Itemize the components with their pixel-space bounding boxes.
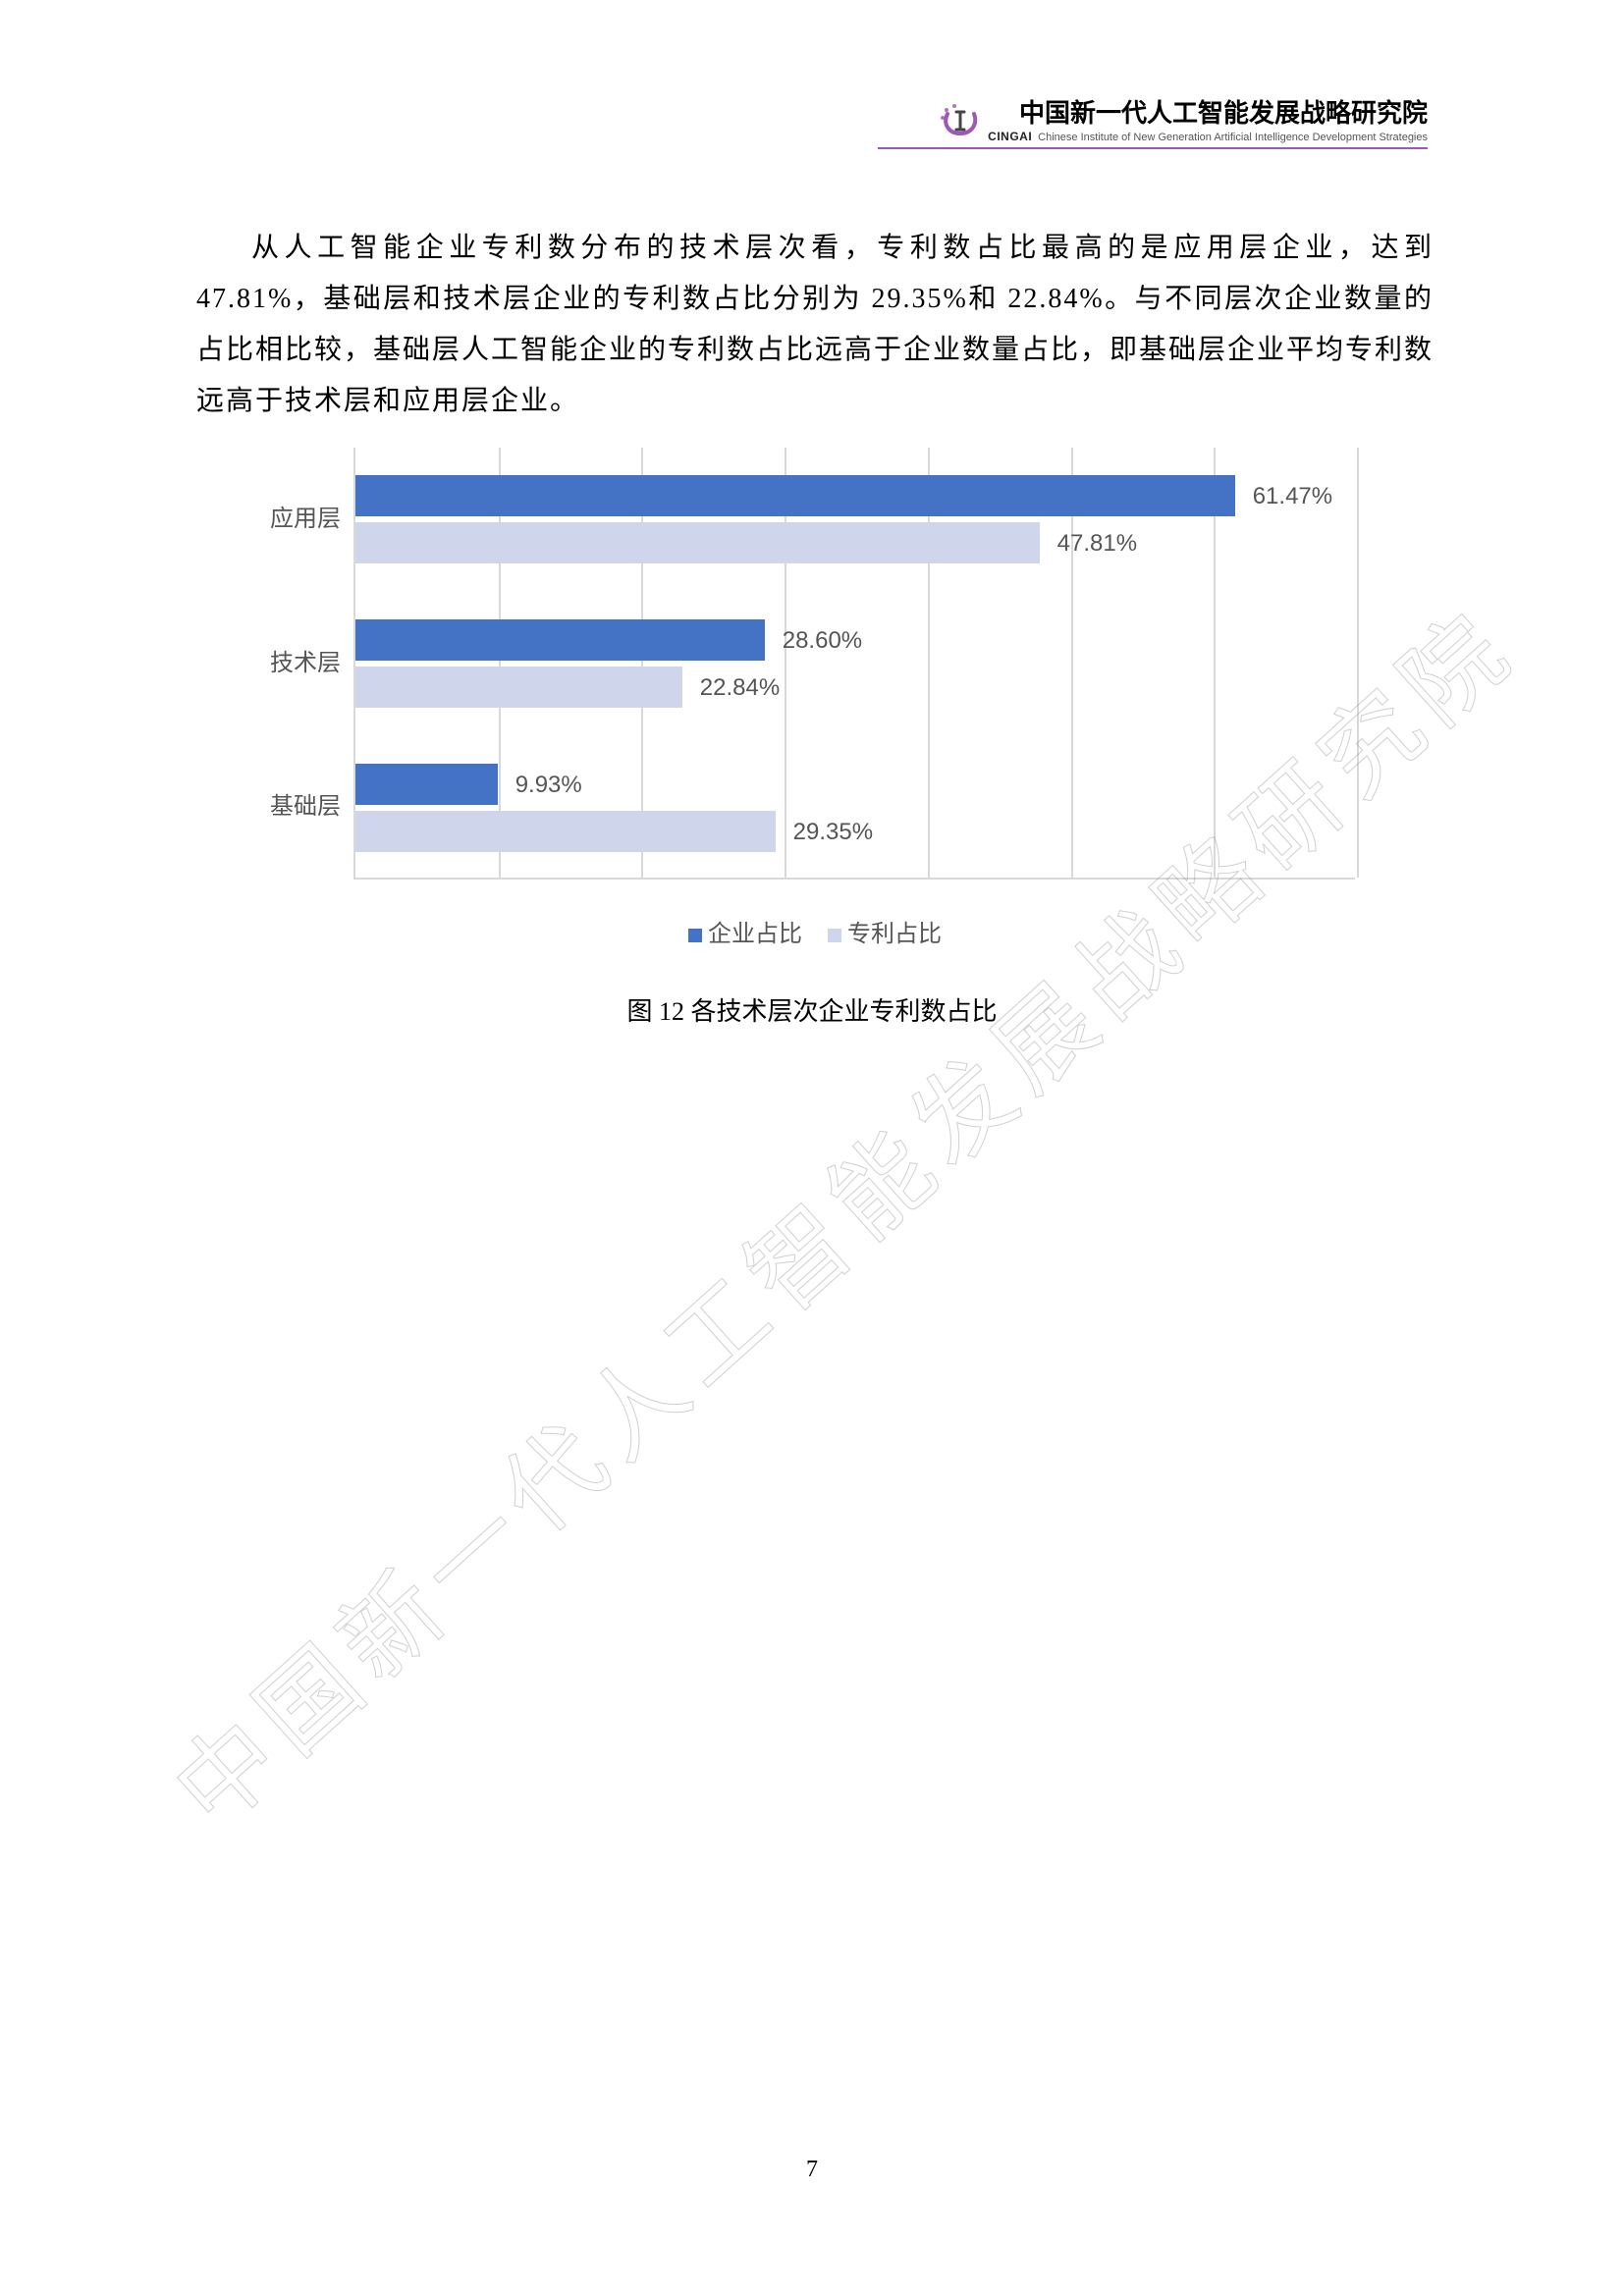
org-logo: 中国新一代人工智能发展战略研究院 CINGAI Chinese Institut… <box>878 93 1428 143</box>
chart-y-axis-label: 技术层 <box>247 643 341 677</box>
legend-label-enterprise: 企业占比 <box>708 922 802 947</box>
chart-plot-area: 应用层61.47%47.81%技术层28.60%22.84%基础层9.93%29… <box>353 448 1355 880</box>
legend-swatch-patent <box>828 929 841 942</box>
watermark: 中国新一代人工智能发展战略研究院 <box>137 828 1254 1853</box>
page-header: 中国新一代人工智能发展战略研究院 CINGAI Chinese Institut… <box>878 93 1428 149</box>
legend-swatch-enterprise <box>688 929 702 942</box>
org-name: 中国新一代人工智能发展战略研究院 <box>988 93 1428 130</box>
bar-enterprise <box>355 619 765 661</box>
bar-patent <box>355 667 682 708</box>
org-name-en: Chinese Institute of New Generation Arti… <box>1038 132 1428 143</box>
bar-value-label: 28.60% <box>783 627 862 655</box>
bar-enterprise <box>355 764 498 805</box>
header-rule <box>878 147 1428 149</box>
chart-legend: 企业占比 专利占比 <box>236 914 1375 948</box>
bar-patent <box>355 522 1040 563</box>
chart-caption: 图 12 各技术层次企业专利数占比 <box>0 991 1624 1028</box>
body-paragraph: 从人工智能企业专利数分布的技术层次看，专利数占比最高的是应用层企业，达到 47.… <box>196 223 1434 427</box>
chart-y-axis-label: 基础层 <box>247 786 341 821</box>
chart-category-group: 应用层61.47%47.81% <box>355 448 1355 592</box>
bar-value-label: 61.47% <box>1253 483 1332 510</box>
logo-icon <box>935 100 980 137</box>
chart-category-group: 技术层28.60%22.84% <box>355 592 1355 736</box>
org-abbr: CINGAI <box>988 130 1032 143</box>
legend-label-patent: 专利占比 <box>847 922 942 947</box>
bar-enterprise <box>355 475 1235 516</box>
page-number: 7 <box>0 2157 1624 2183</box>
chart-category-group: 基础层9.93%29.35% <box>355 735 1355 880</box>
bar-value-label: 29.35% <box>793 819 873 846</box>
bar-patent <box>355 811 776 852</box>
bar-value-label: 22.84% <box>700 674 780 702</box>
chart-y-axis-label: 应用层 <box>247 499 341 533</box>
chart-figure-12: 应用层61.47%47.81%技术层28.60%22.84%基础层9.93%29… <box>236 438 1375 968</box>
bar-value-label: 47.81% <box>1057 530 1137 558</box>
chart-gridline <box>1357 448 1359 878</box>
bar-value-label: 9.93% <box>515 772 582 799</box>
